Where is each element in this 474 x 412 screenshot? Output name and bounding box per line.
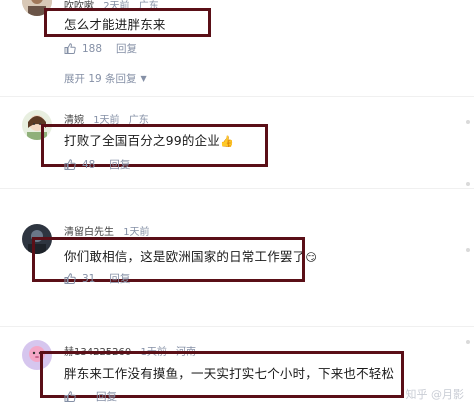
like-button[interactable]: 31 [64,273,95,285]
commenter-name[interactable]: 吹吹嗽 [64,1,94,12]
scrollbar-marker [466,120,470,124]
reply-button[interactable]: 回复 [96,389,117,404]
divider [0,96,474,97]
thumbs-up-icon [64,391,76,402]
commenter-name[interactable]: 赫134225260 [64,347,131,358]
reply-button[interactable]: 回复 [116,41,137,56]
like-button[interactable] [64,391,82,402]
scrollbar-marker [466,182,470,186]
caret-down-icon: ▼ [140,74,147,83]
comment-meta: 吹吹嗽 2天前 广东 [64,0,159,12]
commenter-name[interactable]: 清婉 [64,115,84,126]
reply-button[interactable]: 回复 [109,271,130,286]
comment-text: 胖东来工作没有摸鱼，一天实打实七个小时，下来也不轻松 [64,366,395,381]
avatar[interactable] [22,224,52,254]
scrollbar-marker [466,248,470,252]
comment-location: 广东 [128,115,149,126]
divider [0,326,474,327]
comment-actions: 48 回复 [64,157,130,172]
comment-location: 河南 [176,347,197,358]
user-avatar-image [22,0,52,16]
comment-time: 2天前 [103,1,130,12]
expand-replies-label: 展开 19 条回复 [64,73,137,85]
user-avatar-image [22,340,52,370]
user-avatar-image [22,224,52,254]
avatar[interactable] [22,340,52,370]
comment-meta: 赫134225260 1天前 河南 [64,343,196,358]
comment-time: 1天前 [93,115,120,126]
comment-text-content: 你们敢相信，这是欧洲国家的日常工作罢了 [64,249,306,264]
comment-text: 怎么才能进胖东来 [64,17,166,32]
comment-text: 你们敢相信，这是欧洲国家的日常工作罢了😏 [64,246,317,265]
reply-button[interactable]: 回复 [109,157,130,172]
thumbs-up-icon [64,159,76,170]
like-count: 48 [82,158,96,171]
scrollbar-marker [466,340,470,344]
smirk-emoji-icon: 😏 [305,251,317,264]
thumbs-up-icon [64,43,76,54]
user-avatar-image [22,110,52,140]
comment-actions: 188 回复 [64,41,137,56]
comment-time: 1天前 [123,227,150,238]
watermark: 知乎 @月影 [405,388,465,401]
divider [0,188,474,189]
comment-text: 打败了全国百分之99的企业👍 [64,130,234,149]
like-count: 31 [82,272,96,285]
avatar[interactable] [22,0,52,16]
comment-actions: 回复 [64,389,117,404]
comment-location: 广东 [138,1,159,12]
comment-meta: 清留白先生 1天前 [64,223,156,238]
comment-actions: 31 回复 [64,271,130,286]
avatar[interactable] [22,110,52,140]
commenter-name[interactable]: 清留白先生 [64,227,114,238]
comment-meta: 清婉 1天前 广东 [64,111,149,126]
like-button[interactable]: 48 [64,159,95,171]
comment-time: 1天前 [140,347,167,358]
thumbs-up-emoji-icon: 👍 [220,135,234,148]
thumbs-up-icon [64,273,76,284]
like-button[interactable]: 188 [64,43,102,55]
like-count: 188 [82,42,103,55]
expand-replies-button[interactable]: 展开 19 条回复 ▼ [64,71,147,86]
comment-text-content: 打败了全国百分之99的企业 [64,133,221,148]
